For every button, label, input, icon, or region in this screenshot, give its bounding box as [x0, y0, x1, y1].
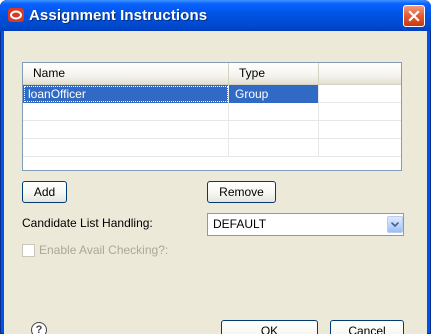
table-cell-type[interactable]	[229, 103, 319, 121]
table-cell-name[interactable]	[23, 121, 229, 139]
ok-button[interactable]: OK	[221, 320, 318, 334]
chevron-down-icon	[391, 222, 399, 227]
table-cell-name[interactable]	[23, 103, 229, 121]
assignment-instructions-window: Assignment Instructions Name Type loanOf…	[0, 0, 431, 334]
table-cell-type[interactable]	[229, 139, 319, 157]
candidate-list-handling-value: DEFAULT	[213, 217, 267, 231]
table-row[interactable]: loanOfficer Group	[23, 85, 401, 103]
table-cell-empty	[319, 139, 401, 157]
remove-button[interactable]: Remove	[207, 181, 276, 203]
candidate-list-handling-select[interactable]: DEFAULT	[207, 213, 404, 236]
table-cell-empty	[319, 121, 401, 139]
close-button[interactable]	[403, 5, 425, 27]
column-header-type[interactable]: Type	[229, 63, 319, 84]
title-bar[interactable]: Assignment Instructions	[0, 0, 431, 31]
enable-avail-checking-checkbox	[22, 244, 35, 257]
table-row[interactable]	[23, 121, 401, 139]
table-cell-name[interactable]	[23, 139, 229, 157]
table-row[interactable]	[23, 139, 401, 157]
table-header: Name Type	[23, 63, 401, 85]
table-row[interactable]	[23, 103, 401, 121]
candidate-list-handling-label: Candidate List Handling:	[22, 216, 153, 230]
oracle-app-icon	[8, 8, 24, 22]
table-cell-empty	[319, 85, 401, 103]
table-cell-type[interactable]: Group	[229, 85, 319, 103]
column-header-name[interactable]: Name	[23, 63, 229, 84]
table-cell-name[interactable]: loanOfficer	[23, 85, 229, 103]
dropdown-button[interactable]	[387, 216, 403, 233]
enable-avail-checking-label: Enable Avail Checking?:	[39, 243, 169, 257]
column-header-empty	[319, 63, 401, 84]
table-cell-empty	[319, 103, 401, 121]
table-cell-type[interactable]	[229, 121, 319, 139]
window-title: Assignment Instructions	[29, 7, 208, 24]
help-icon[interactable]: ?	[31, 322, 47, 334]
cancel-button[interactable]: Cancel	[330, 320, 404, 334]
close-icon	[408, 10, 420, 22]
assignment-table: Name Type loanOfficer Group	[22, 62, 402, 171]
dialog-content: Name Type loanOfficer Group Add Remove C…	[4, 31, 427, 334]
add-button[interactable]: Add	[22, 181, 67, 203]
